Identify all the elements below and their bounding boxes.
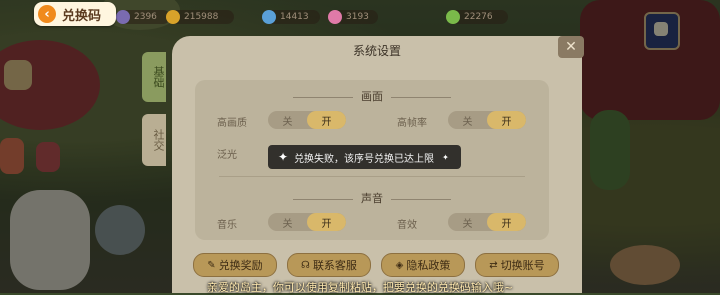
- toggle-on[interactable]: 开: [487, 111, 526, 129]
- high-quality-label: 高画质: [217, 118, 247, 129]
- pencil-icon: ✎: [207, 259, 216, 271]
- back-button-label: 兑换码: [62, 8, 102, 24]
- flower-icon: [328, 10, 342, 24]
- privacy-policy-button[interactable]: ◈ 隐私政策: [381, 253, 465, 277]
- toast-text: 兑换失败，该序号兑换已达上限: [294, 153, 435, 165]
- tab-basic[interactable]: 基础: [142, 52, 166, 102]
- toggle-off[interactable]: 关: [268, 213, 307, 231]
- back-arrow-icon: ‹: [38, 5, 56, 23]
- water-icon: [262, 10, 276, 24]
- swap-icon: ⇄: [489, 259, 498, 271]
- resource-5: 22276: [446, 10, 508, 24]
- contact-support-label: 联系客服: [312, 259, 357, 272]
- toggle-on[interactable]: 开: [487, 213, 526, 231]
- music-toggle[interactable]: 关 开: [268, 213, 346, 231]
- high-quality-toggle[interactable]: 关 开: [268, 111, 346, 129]
- toggle-on[interactable]: 开: [307, 111, 346, 129]
- divider: [219, 176, 525, 177]
- dialog-title: 系统设置: [352, 44, 401, 58]
- tab-social[interactable]: 社交: [142, 114, 166, 166]
- section-title-sound: 声音: [195, 190, 549, 206]
- redeem-reward-button[interactable]: ✎ 兑换奖励: [193, 253, 277, 277]
- sparkle-small-icon: ✦: [442, 152, 449, 162]
- close-button[interactable]: ✕: [558, 36, 584, 58]
- section-title-display: 画面: [195, 88, 549, 104]
- resource-2: 215988: [166, 10, 234, 24]
- music-label: 音乐: [217, 220, 237, 231]
- dialog-button-row: ✎ 兑换奖励 ☊ 联系客服 ◈ 隐私政策 ⇄ 切换账号: [193, 253, 588, 277]
- redeem-reward-label: 兑换奖励: [218, 259, 263, 272]
- toggle-on[interactable]: 开: [307, 213, 346, 231]
- high-framerate-label: 高帧率: [397, 118, 427, 129]
- switch-account-button[interactable]: ⇄ 切换账号: [475, 253, 559, 277]
- high-framerate-toggle[interactable]: 关 开: [448, 111, 526, 129]
- sound-effect-label: 音效: [397, 220, 417, 231]
- settings-tabs: 基础 社交: [142, 52, 166, 166]
- leaf-icon: [446, 10, 460, 24]
- sparkle-icon: ✦: [278, 150, 289, 164]
- toggle-off[interactable]: 关: [448, 111, 487, 129]
- error-toast: ✦ 兑换失败，该序号兑换已达上限 ✦: [268, 145, 461, 169]
- redeem-code-back-button[interactable]: ‹ 兑换码: [34, 2, 116, 26]
- resource-3: 14413: [262, 10, 320, 24]
- bloom-label: 泛光: [217, 150, 237, 161]
- resource-4: 3193: [328, 10, 378, 24]
- sound-effect-toggle[interactable]: 关 开: [448, 213, 526, 231]
- toggle-off[interactable]: 关: [448, 213, 487, 231]
- coin-icon: [166, 10, 180, 24]
- gem-icon: [116, 10, 130, 24]
- shield-icon: ◈: [395, 259, 404, 271]
- toggle-off[interactable]: 关: [268, 111, 307, 129]
- privacy-policy-label: 隐私政策: [406, 259, 451, 272]
- resource-1: 2396: [116, 10, 170, 24]
- headset-icon: ☊: [301, 259, 310, 271]
- contact-support-button[interactable]: ☊ 联系客服: [287, 253, 371, 277]
- switch-account-label: 切换账号: [500, 259, 545, 272]
